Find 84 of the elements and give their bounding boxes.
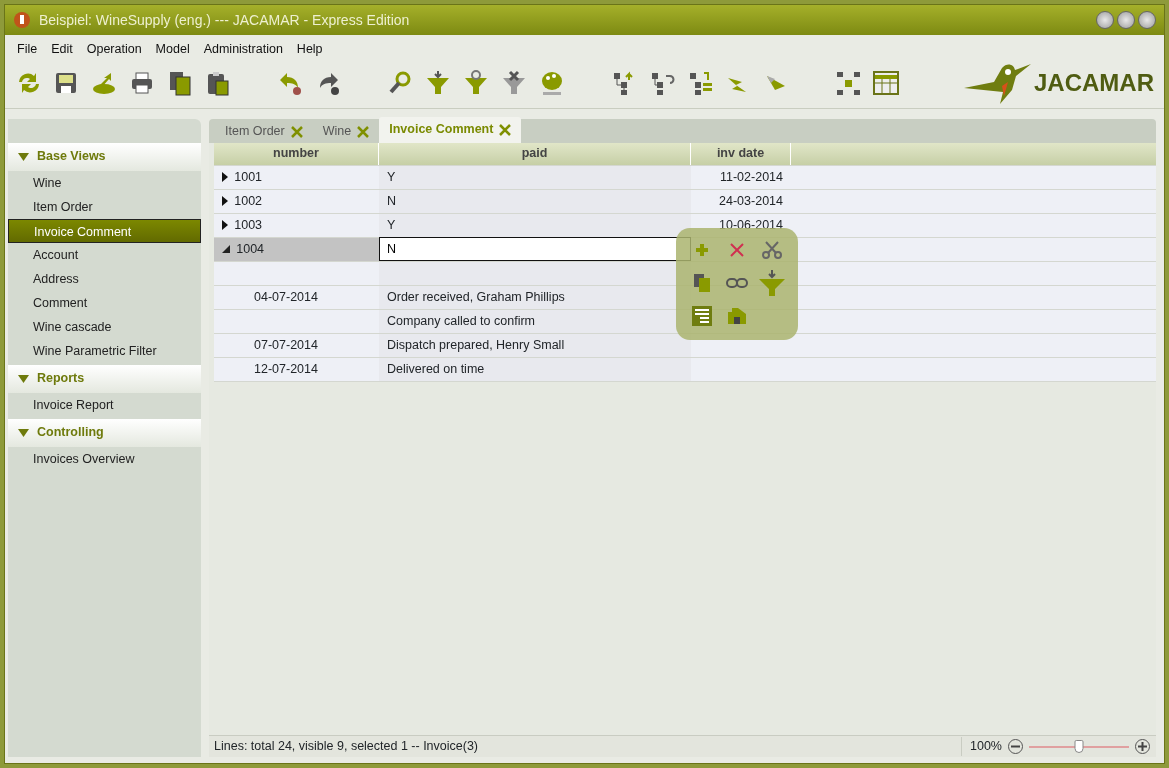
- filter-icon[interactable]: [425, 70, 451, 97]
- close-icon[interactable]: [499, 123, 512, 136]
- status-text: Lines: total 24, visible 9, selected 1 -- Invoice(3): [214, 738, 479, 756]
- menu-item[interactable]: Help: [296, 40, 323, 59]
- table-cell-text: 1001: [234, 168, 263, 186]
- section-header[interactable]: Base Views: [8, 142, 201, 171]
- filter-clear-icon[interactable]: [501, 70, 527, 97]
- column-header[interactable]: paid: [379, 142, 691, 165]
- maximize-button[interactable]: [1116, 11, 1135, 29]
- zoom-level: 100%: [970, 738, 1002, 756]
- network-icon[interactable]: [835, 70, 861, 97]
- menu-item[interactable]: Edit: [51, 40, 73, 59]
- section-header[interactable]: Reports: [8, 364, 201, 393]
- collapsed-arrow-icon[interactable]: [222, 196, 228, 207]
- zoom-in-button[interactable]: [1135, 739, 1150, 754]
- sidebar-item[interactable]: Invoices Overview: [8, 446, 201, 471]
- save-icon[interactable]: [728, 308, 746, 325]
- tree-undo-icon[interactable]: [649, 70, 675, 97]
- table-cell-text: 04-07-2014: [254, 288, 318, 306]
- tab[interactable]: Wine: [312, 120, 380, 143]
- table-cell-text: 11-02-2014: [720, 168, 783, 186]
- form-icon[interactable]: [691, 306, 712, 327]
- app-icon: [13, 11, 31, 29]
- paste-icon[interactable]: [205, 70, 231, 97]
- table-cell-text: Dispatch prepared, Henry Small: [387, 336, 565, 354]
- table-cell-text: 1003: [234, 216, 263, 234]
- row-header-cell[interactable]: 1004: [214, 237, 379, 261]
- palette-icon[interactable]: [539, 70, 565, 97]
- table-cell-text: 1004: [236, 240, 265, 258]
- tab[interactable]: Item Order: [215, 120, 313, 143]
- row-header-cell[interactable]: 1002: [214, 189, 379, 213]
- tab[interactable]: Invoice Comment: [379, 116, 522, 143]
- table-cell-text: 07-07-2014: [254, 336, 318, 354]
- column-header[interactable]: inv date: [691, 142, 791, 165]
- close-button[interactable]: [1138, 11, 1156, 29]
- export-icon[interactable]: [91, 70, 117, 97]
- column-header[interactable]: number: [214, 142, 379, 165]
- table-cell-text: N: [387, 192, 397, 210]
- logo-text: JACAMAR: [1034, 68, 1154, 99]
- filter-refresh-icon[interactable]: [463, 70, 489, 97]
- table-cell-text: Company called to confirm: [387, 312, 535, 330]
- table-cell-text: Order received, Graham Phillips: [387, 288, 565, 306]
- table-cell-text: Y: [387, 168, 396, 186]
- sidebar-item[interactable]: Wine Parametric Filter: [8, 338, 201, 363]
- slider-thumb[interactable]: [1074, 739, 1084, 753]
- expanded-arrow-icon[interactable]: [222, 245, 230, 254]
- row-header-cell[interactable]: 1003: [214, 213, 379, 237]
- expand-triangle-icon: [18, 374, 29, 383]
- expand-triangle-icon: [18, 428, 29, 437]
- row-header-cell[interactable]: 1001: [214, 165, 379, 189]
- scissors-icon[interactable]: [762, 241, 783, 260]
- sidebar-item[interactable]: Invoice Comment: [8, 218, 201, 243]
- section-header[interactable]: Controlling: [8, 418, 201, 447]
- tree-import-icon[interactable]: [687, 70, 713, 97]
- window-title: Beispiel: WineSupply (eng.) --- JACAMAR - Express Edition: [39, 10, 410, 30]
- sidebar-item[interactable]: Comment: [8, 290, 201, 315]
- menu-item[interactable]: Administration: [203, 40, 283, 59]
- copy-icon[interactable]: [693, 273, 710, 292]
- menu-item[interactable]: Model: [155, 40, 190, 59]
- collapsed-arrow-icon[interactable]: [222, 172, 228, 183]
- print-icon[interactable]: [129, 70, 155, 97]
- sidebar-item[interactable]: Wine: [8, 170, 201, 195]
- table-icon[interactable]: [873, 70, 899, 97]
- filter-icon[interactable]: [758, 269, 787, 296]
- sidebar-item[interactable]: Wine cascade: [8, 314, 201, 339]
- table-cell-text: 12-07-2014: [254, 360, 318, 378]
- sidebar-item[interactable]: Invoice Report: [8, 392, 201, 417]
- sidebar-item[interactable]: Address: [8, 266, 201, 291]
- table-cell-text: 10-06-2014: [719, 216, 783, 234]
- copy-icon[interactable]: [167, 70, 193, 97]
- collapsed-arrow-icon[interactable]: [222, 220, 228, 231]
- menu-item[interactable]: Operation: [86, 40, 142, 59]
- link-icon[interactable]: [726, 277, 748, 288]
- table-cell-text: 24-03-2014: [719, 192, 783, 210]
- minimize-button[interactable]: [1095, 11, 1114, 29]
- sidebar-item[interactable]: Item Order: [8, 194, 201, 219]
- expand-triangle-icon: [18, 152, 29, 161]
- menu-item[interactable]: File: [17, 40, 38, 59]
- table-cell-text: Delivered on time: [387, 360, 485, 378]
- plus-icon: [1138, 742, 1147, 751]
- delete-icon[interactable]: [729, 242, 745, 259]
- table-cell-text: Y: [387, 216, 396, 234]
- sidebar-item[interactable]: Account: [8, 242, 201, 267]
- table-cell-text: 1002: [234, 192, 263, 210]
